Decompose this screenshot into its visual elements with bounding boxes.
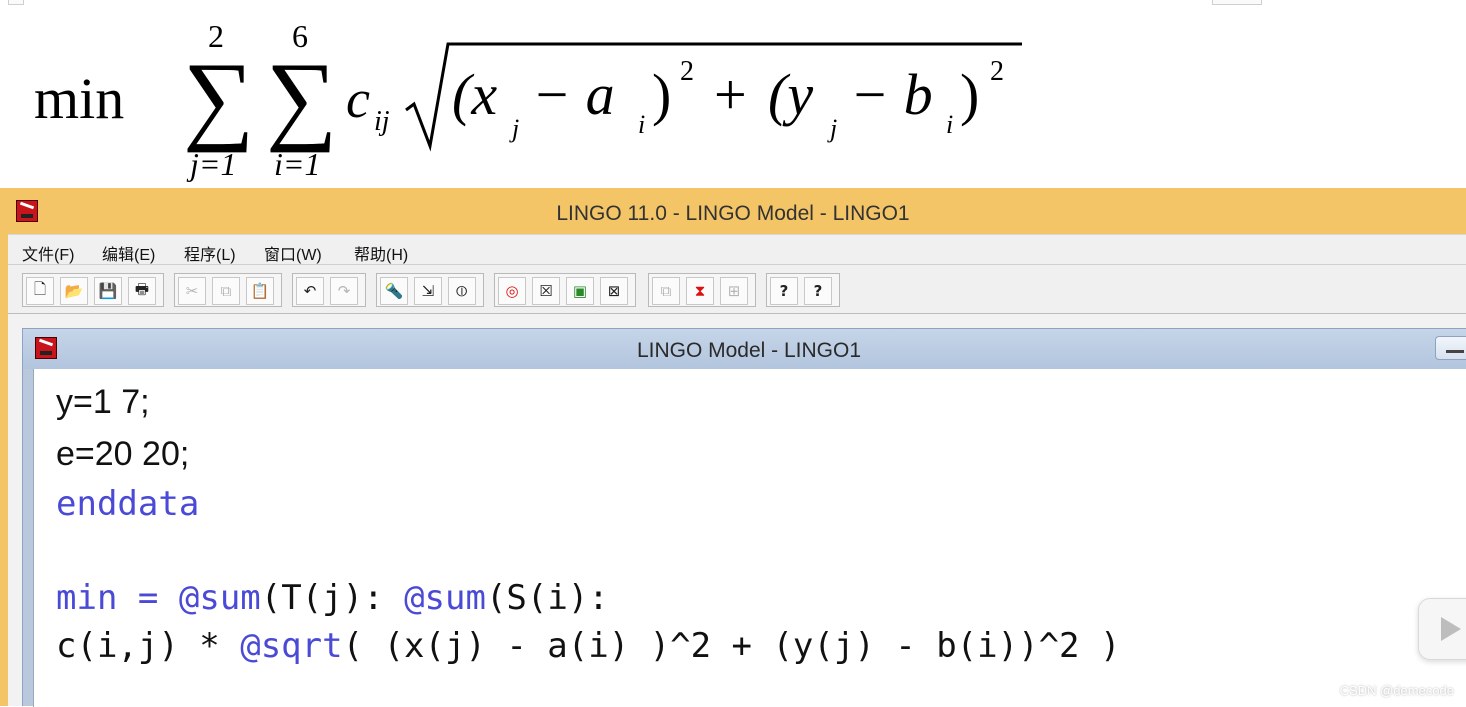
formula-plus: + — [714, 62, 747, 127]
edge-tab-right — [1212, 0, 1262, 5]
help-icon[interactable]: ? — [770, 277, 798, 305]
code-editor[interactable]: y=1 7; e=20 20; enddata min = @sum(T(j):… — [33, 369, 1466, 707]
toolbar-group-help: ? ? — [766, 273, 840, 307]
sum1-lower: j=1 — [190, 146, 237, 182]
goto-line-icon[interactable]: ⇲ — [414, 277, 442, 305]
code-line-5: min = @sum(T(j): @sum(S(i): — [56, 581, 609, 615]
code-token: c(i,j) * — [56, 626, 241, 666]
code-line-1: y=1 7; — [56, 383, 150, 421]
new-file-icon[interactable]: 🗋 — [26, 277, 54, 305]
menu-file[interactable]: 文件(F) — [22, 241, 74, 265]
toolbar-group-solve: ◎ ☒ ▣ ⊠ — [494, 273, 636, 307]
app-titlebar[interactable]: LINGO 11.0 - LINGO Model - LINGO1 — [0, 188, 1466, 234]
send-to-back-icon[interactable]: ⧉ — [652, 277, 680, 305]
edge-tab-left — [8, 0, 24, 5]
term1-sub-i: i — [638, 110, 646, 139]
menu-bar: 文件(F) 编辑(E) 程序(L) 窗口(W) 帮助(H) — [8, 234, 1466, 265]
toolbar-group-file: 🗋 📂 💾 🖶 — [22, 273, 164, 307]
term2-exp: 2 — [990, 56, 1004, 87]
term2-open: (y — [768, 62, 814, 127]
sum1-sigma: ∑ — [183, 42, 255, 153]
term1-open-text: (x — [452, 62, 498, 127]
code-line-3: enddata — [56, 484, 200, 524]
cut-icon[interactable]: ✂ — [178, 277, 206, 305]
toolbar-group-window: ⧉ ⧗ ⊞ — [648, 273, 756, 307]
minimize-button[interactable] — [1435, 336, 1466, 360]
close-all-icon[interactable]: ⊠ — [600, 277, 628, 305]
coef-c: c — [346, 69, 370, 129]
save-icon[interactable]: 💾 — [94, 277, 122, 305]
code-token: @sum — [404, 578, 486, 618]
sum2-lower: i=1 — [274, 146, 321, 182]
lingo-app-window: LINGO 11.0 - LINGO Model - LINGO1 文件(F) … — [0, 188, 1466, 707]
term1-close: ) — [652, 62, 672, 127]
code-token: @sqrt — [240, 626, 343, 666]
sum2-sigma: ∑ — [266, 42, 338, 153]
toolbar-group-clipboard: ✂ ⧉ 📋 — [174, 273, 282, 307]
code-line-6: c(i,j) * @sqrt( (x(j) - a(i) )^2 + (y(j)… — [56, 629, 1120, 663]
menu-edit[interactable]: 编辑(E) — [102, 241, 155, 265]
solution-icon[interactable]: ☒ — [532, 277, 560, 305]
paste-icon[interactable]: 📋 — [246, 277, 274, 305]
code-token: min — [56, 578, 118, 618]
model-window-titlebar[interactable]: LINGO Model - LINGO1 — [23, 329, 1466, 369]
code-token: (S(i): — [485, 578, 609, 618]
term1-sub-j: j — [512, 114, 520, 143]
formula-min: min — [34, 66, 125, 131]
term1-minus-a: − a — [532, 62, 615, 127]
menu-window[interactable]: 窗口(W) — [264, 241, 322, 265]
toolbar-group-edit: 🔦 ⇲ ⦶ — [376, 273, 484, 307]
print-icon[interactable]: 🖶 — [128, 277, 156, 305]
term2-close: ) — [960, 62, 980, 127]
term1-exp: 2 — [680, 56, 694, 87]
model-window-title: LINGO Model - LINGO1 — [636, 339, 862, 362]
find-icon[interactable]: 🔦 — [380, 277, 408, 305]
open-folder-icon[interactable]: 📂 — [60, 277, 88, 305]
app-title: LINGO 11.0 - LINGO Model - LINGO1 — [556, 202, 910, 225]
toolbar-group-undo: ↶ ↷ — [292, 273, 366, 307]
term1-open: (x — [452, 66, 497, 124]
term2-sub-j: j — [830, 114, 838, 143]
term2-sub-i: i — [946, 110, 954, 139]
copy-icon[interactable]: ⧉ — [212, 277, 240, 305]
mdi-client-area: LINGO Model - LINGO1 y=1 7; e=20 20; end… — [8, 314, 1466, 707]
picture-icon[interactable]: ▣ — [566, 277, 594, 305]
code-token: ( (x(j) - a(i) )^2 + (y(j) - b(i))^2 ) — [342, 626, 1121, 666]
formula-image: min 2 ∑ j=1 6 ∑ i=1 c ij (x j − a i ) 2 … — [0, 0, 1466, 190]
model-window: LINGO Model - LINGO1 y=1 7; e=20 20; end… — [22, 328, 1466, 707]
undo-icon[interactable]: ↶ — [296, 277, 324, 305]
match-paren-icon[interactable]: ⦶ — [448, 277, 476, 305]
play-video-button[interactable] — [1418, 598, 1466, 660]
solve-icon[interactable]: ◎ — [498, 277, 526, 305]
context-help-icon[interactable]: ? — [804, 277, 832, 305]
watermark: CSDN @demecode — [1339, 683, 1454, 698]
menu-lingo[interactable]: 程序(L) — [184, 241, 236, 265]
toolbar: 🗋 📂 💾 🖶 ✂ ⧉ 📋 ↶ ↷ 🔦 ⇲ ⦶ ◎ ☒ ▣ ⊠ ⧉ ⧗ ⊞ ? … — [8, 264, 1466, 314]
code-line-2: e=20 20; — [56, 435, 190, 473]
coef-sub: ij — [374, 106, 390, 137]
code-token: = — [137, 578, 159, 618]
redo-icon[interactable]: ↷ — [330, 277, 358, 305]
term2-minus-b: − b — [850, 62, 933, 127]
code-token: (T(j): — [260, 578, 405, 618]
menu-help[interactable]: 帮助(H) — [354, 241, 408, 265]
code-token: @sum — [178, 578, 261, 618]
arrange-icon[interactable]: ⊞ — [720, 277, 748, 305]
tile-icon[interactable]: ⧗ — [686, 277, 714, 305]
